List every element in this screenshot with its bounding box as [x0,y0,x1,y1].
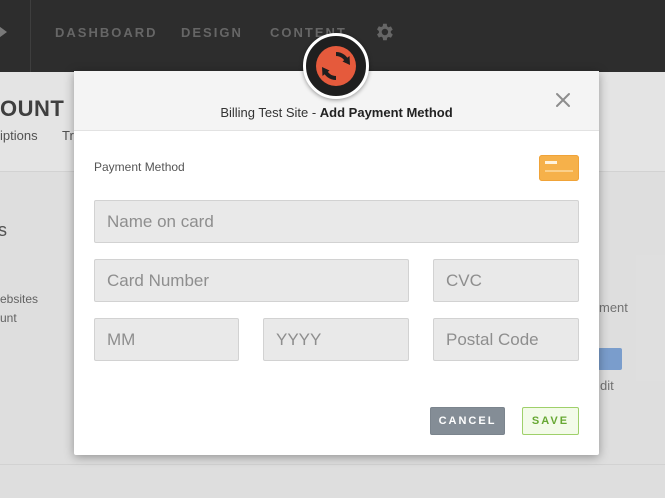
add-payment-method-dialog: Billing Test Site - Add Payment Method P… [74,33,599,455]
expiry-month-input[interactable] [94,318,239,361]
site-logo [303,33,369,99]
credit-card-icon [539,155,579,181]
name-on-card-input[interactable] [94,200,579,243]
save-button[interactable]: SAVE [522,407,579,435]
refresh-cycle-icon [316,46,356,86]
card-number-input[interactable] [94,259,409,302]
payment-method-label: Payment Method [94,160,185,174]
card-stripe [545,170,573,172]
dialog-title-site: Billing Test Site - [220,105,320,120]
close-icon[interactable] [553,90,573,110]
cvc-input[interactable] [433,259,579,302]
dialog-title-action: Add Payment Method [319,105,453,120]
dialog-title: Billing Test Site - Add Payment Method [74,105,599,120]
card-stripe [545,161,557,164]
expiry-year-input[interactable] [263,318,409,361]
postal-code-input[interactable] [433,318,579,361]
cancel-button[interactable]: CANCEL [430,407,505,435]
